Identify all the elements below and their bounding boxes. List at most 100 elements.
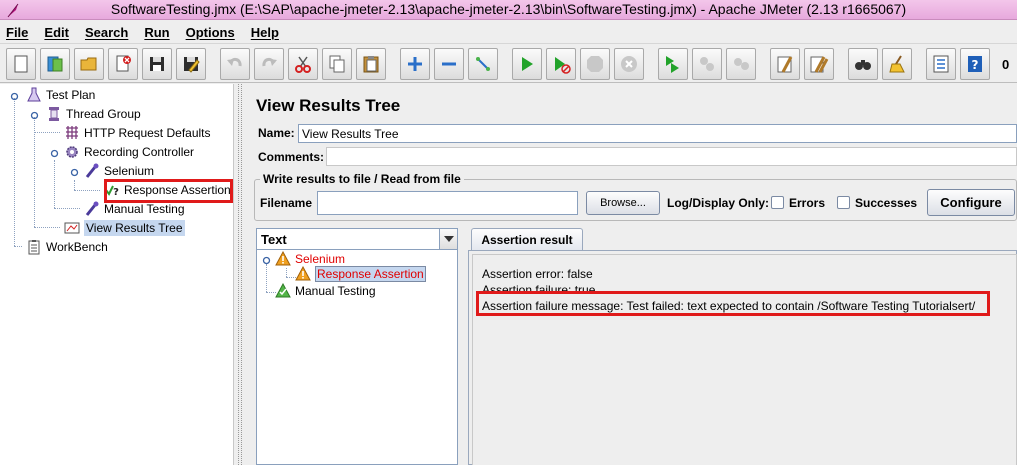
renderer-select[interactable]: Text: [256, 228, 458, 250]
pipette-icon: [84, 163, 100, 179]
menu-file[interactable]: File: [4, 25, 30, 40]
tree-line: [34, 227, 60, 228]
tree-node-label: WorkBench: [46, 240, 108, 254]
menu-run[interactable]: Run: [142, 25, 171, 40]
file-group-title: Write results to file / Read from file: [260, 172, 464, 186]
binoculars-icon: [855, 60, 871, 70]
function-helper-button[interactable]: [926, 48, 956, 80]
clear-button[interactable]: [770, 48, 800, 80]
clear-all-button[interactable]: [804, 48, 834, 80]
toggle-icon: [476, 57, 490, 71]
tree-line: [74, 180, 75, 190]
save-as-button[interactable]: [176, 48, 206, 80]
search-button[interactable]: [848, 48, 878, 80]
tree-node-view-results-tree[interactable]: View Results Tree: [64, 219, 185, 237]
active-threads-counter: 0: [1002, 57, 1010, 72]
sample-node-response-assertion[interactable]: Response Assertion: [295, 265, 426, 283]
splitter[interactable]: [234, 84, 246, 465]
close-button[interactable]: [108, 48, 138, 80]
flask-icon: [26, 87, 42, 103]
browse-button[interactable]: Browse...: [586, 191, 660, 215]
tree-line: [266, 264, 267, 292]
toolbar: ? 0: [0, 43, 1017, 83]
tree-node-http-request-defaults[interactable]: HTTP Request Defaults: [64, 124, 211, 142]
highlight-box-failure-message: [476, 291, 990, 316]
tree-expander[interactable]: [30, 109, 39, 120]
filename-input[interactable]: [317, 191, 578, 215]
menu-options[interactable]: Options: [184, 25, 237, 40]
wrench-grid-icon: [64, 125, 80, 141]
function-helper-icon: [933, 55, 949, 73]
cut-button[interactable]: [288, 48, 318, 80]
chevron-down-icon[interactable]: [439, 229, 457, 249]
templates-button[interactable]: [40, 48, 70, 80]
test-plan-tree: Test Plan Thread Group HTTP Request Defa…: [0, 84, 234, 465]
sample-results-tree: Selenium Response Assertion Manual Testi…: [256, 250, 458, 465]
start-button[interactable]: [512, 48, 542, 80]
remote-start-button[interactable]: [658, 48, 688, 80]
tree-node-label: Test Plan: [46, 88, 96, 102]
assertion-result-pane: Assertion error: false Assertion failure…: [468, 250, 1017, 465]
tree-line: [34, 132, 60, 133]
copy-button[interactable]: [322, 48, 352, 80]
tree-expander[interactable]: [10, 90, 19, 101]
open-button[interactable]: [74, 48, 104, 80]
expand-icon: [408, 57, 422, 71]
open-icon: [80, 57, 97, 71]
tree-node-label: Manual Testing: [104, 202, 185, 216]
save-button[interactable]: [142, 48, 172, 80]
warning-icon: [295, 266, 311, 282]
clear-all-icon: [810, 56, 829, 73]
tree-expander[interactable]: [50, 147, 59, 158]
clear-icon: [777, 56, 793, 73]
help-button[interactable]: ?: [960, 48, 990, 80]
comments-input[interactable]: [326, 147, 1017, 166]
tree-node-label: View Results Tree: [84, 220, 185, 236]
renderer-select-value: Text: [261, 231, 287, 247]
tree-node-workbench[interactable]: WorkBench: [26, 238, 108, 256]
tree-line: [14, 98, 15, 246]
tab-assertion-result[interactable]: Assertion result: [471, 228, 583, 250]
menu-help[interactable]: Help: [249, 25, 281, 40]
errors-checkbox[interactable]: [771, 196, 784, 209]
page-title: View Results Tree: [256, 96, 401, 115]
sample-node-manual-testing[interactable]: Manual Testing: [275, 282, 376, 300]
collapse-all-button[interactable]: [434, 48, 464, 80]
redo-button[interactable]: [254, 48, 284, 80]
new-button[interactable]: [6, 48, 36, 80]
remote-shutdown-button[interactable]: [726, 48, 756, 80]
close-icon: [116, 55, 131, 72]
chart-window-icon: [64, 220, 80, 236]
tree-expander[interactable]: [70, 166, 79, 177]
sample-node-label: Selenium: [295, 252, 346, 266]
tree-node-recording-controller[interactable]: Recording Controller: [64, 143, 194, 161]
svg-text:?: ?: [972, 58, 979, 72]
remote-stop-button[interactable]: [692, 48, 722, 80]
toggle-button[interactable]: [468, 48, 498, 80]
successes-checkbox[interactable]: [837, 196, 850, 209]
tree-line: [54, 160, 55, 208]
tree-expander[interactable]: [262, 254, 271, 265]
shutdown-button[interactable]: [614, 48, 644, 80]
tree-node-selenium[interactable]: Selenium: [84, 162, 154, 180]
expand-all-button[interactable]: [400, 48, 430, 80]
undo-button[interactable]: [220, 48, 250, 80]
tree-node-thread-group[interactable]: Thread Group: [46, 105, 141, 123]
success-icon: [275, 283, 291, 299]
menu-edit[interactable]: Edit: [42, 25, 71, 40]
paste-button[interactable]: [356, 48, 386, 80]
start-no-pauses-button[interactable]: [546, 48, 576, 80]
window-title: SoftwareTesting.jmx (E:\SAP\apache-jmete…: [110, 1, 907, 17]
sample-node-label: Manual Testing: [295, 284, 376, 298]
highlight-box-tree-assertion: [104, 179, 233, 203]
assertion-result-text: Assertion error: false Assertion failure…: [472, 254, 1017, 465]
reset-search-button[interactable]: [882, 48, 912, 80]
menu-search[interactable]: Search: [83, 25, 130, 40]
tree-node-test-plan[interactable]: Test Plan: [26, 86, 95, 104]
configure-button[interactable]: Configure: [927, 189, 1015, 216]
tree-node-label: Thread Group: [66, 107, 141, 121]
pipette-icon: [84, 201, 100, 217]
collapse-icon: [442, 62, 456, 66]
stop-button[interactable]: [580, 48, 610, 80]
name-input[interactable]: View Results Tree: [298, 124, 1017, 143]
